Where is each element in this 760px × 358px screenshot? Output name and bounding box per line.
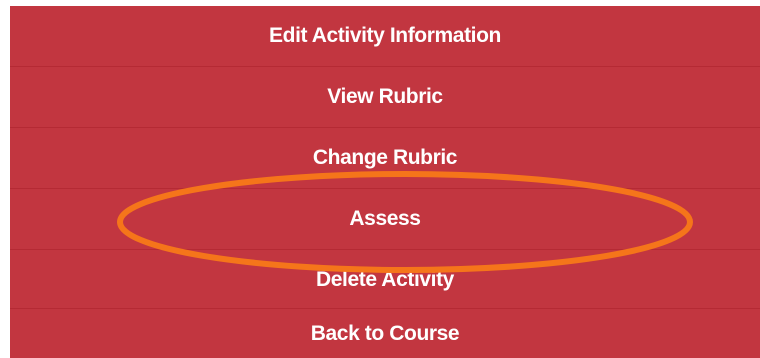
menu-item-edit-activity-information[interactable]: Edit Activity Information bbox=[10, 6, 760, 66]
menu-item-delete-activity[interactable]: Delete Activity bbox=[10, 250, 760, 310]
menu-item-change-rubric[interactable]: Change Rubric bbox=[10, 128, 760, 188]
menu-item-back-to-course[interactable]: Back to Course bbox=[10, 309, 760, 358]
menu-item-label: Change Rubric bbox=[312, 146, 458, 169]
menu-item-label: Delete Activity bbox=[316, 268, 454, 291]
menu-item-label: Assess bbox=[349, 207, 421, 230]
menu-item-label: Edit Activity Information bbox=[269, 24, 501, 47]
menu-item-label: View Rubric bbox=[327, 85, 443, 108]
menu-item-view-rubric[interactable]: View Rubric bbox=[10, 67, 760, 127]
menu-item-assess[interactable]: Assess bbox=[10, 189, 760, 249]
menu-item-label: Back to Course bbox=[310, 321, 460, 345]
activity-action-menu: Edit Activity Information View Rubric Ch… bbox=[10, 6, 760, 358]
